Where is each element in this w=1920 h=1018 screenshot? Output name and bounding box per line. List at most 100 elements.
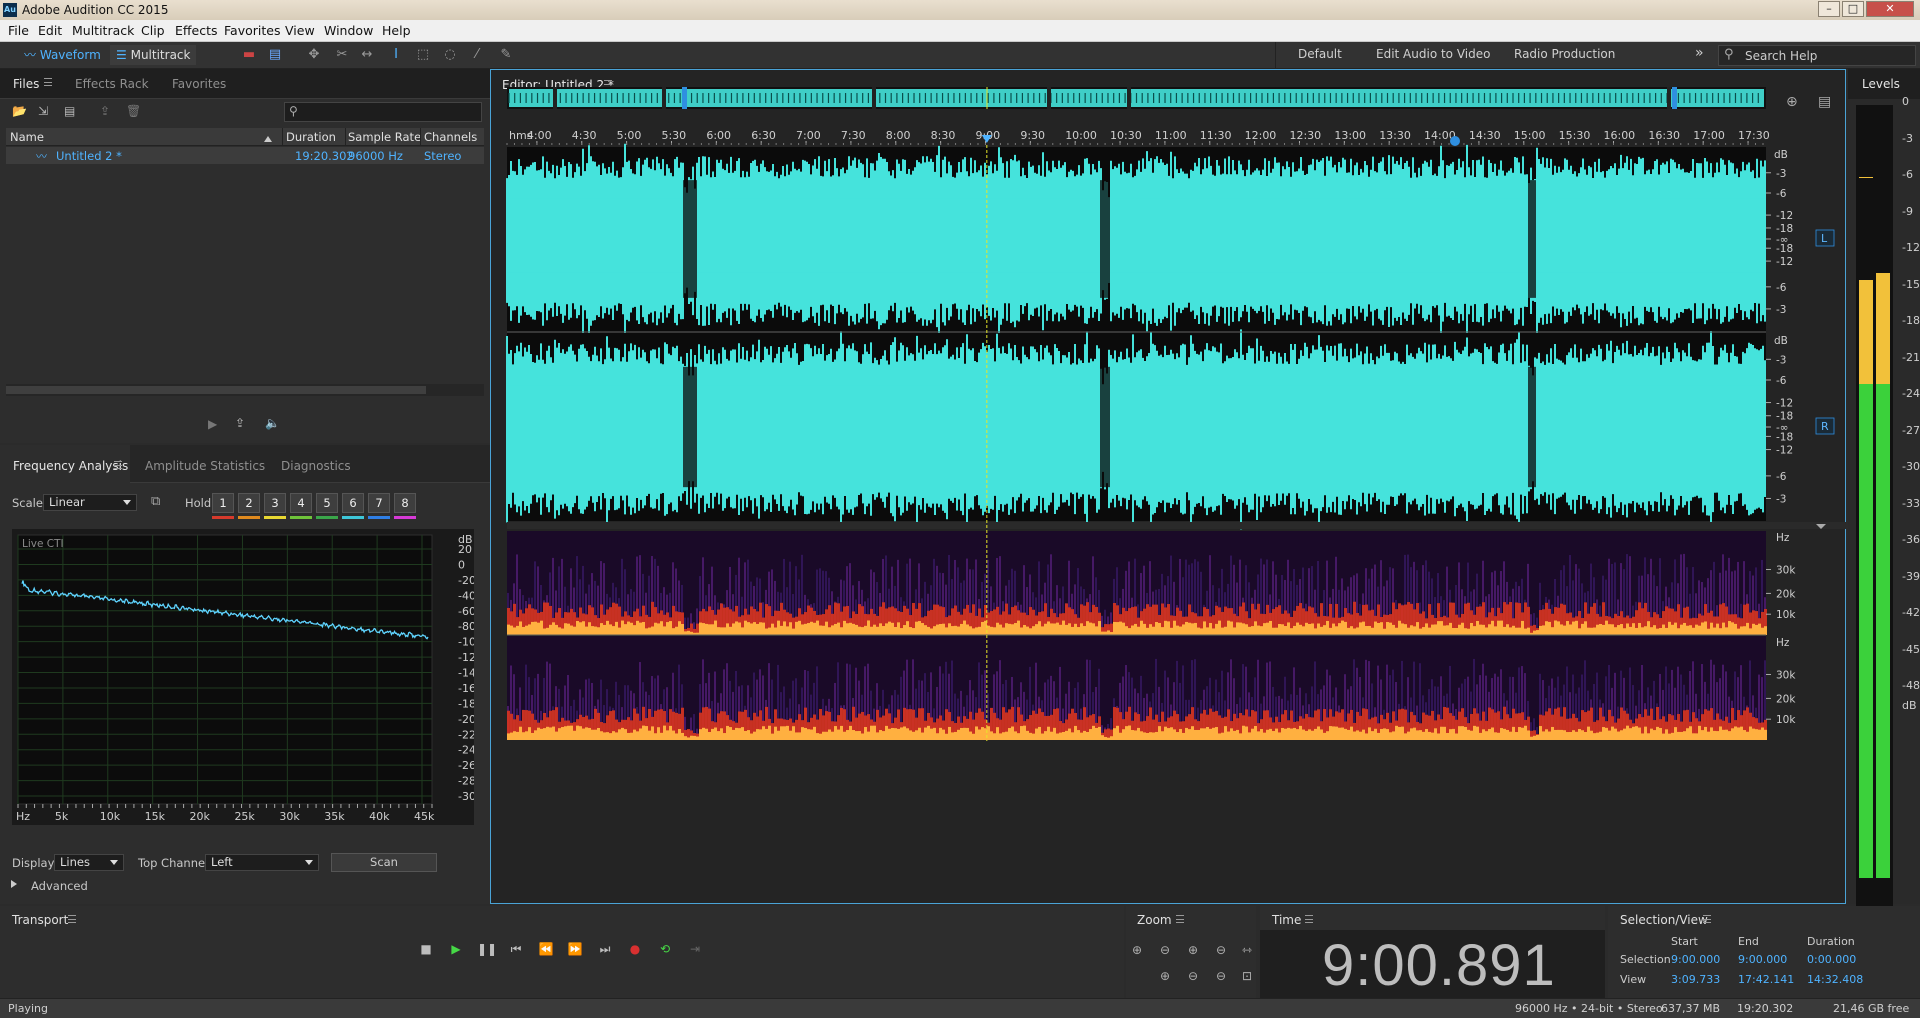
files-scrollbar[interactable] [6, 384, 484, 396]
move-tool-icon[interactable]: ✥ [305, 47, 323, 63]
overview-view-start[interactable] [682, 87, 687, 109]
zoom-in-time-icon[interactable]: ⊕ [1183, 943, 1203, 961]
menu-effects[interactable]: Effects [175, 23, 218, 38]
move-to-previous-icon[interactable]: ⏮ [507, 940, 525, 958]
column-duration[interactable]: Duration [286, 130, 336, 144]
zoom-to-selection-icon[interactable]: ⊖ [1211, 969, 1231, 987]
razor-tool-icon[interactable]: ✂ [333, 47, 351, 63]
selection-end[interactable]: 9:00.000 [1738, 953, 1787, 966]
hold-button-7[interactable]: 7 [368, 493, 390, 513]
zoom-out-amplitude-icon[interactable]: ⊖ [1155, 943, 1175, 961]
new-file-icon[interactable]: ▤ [64, 104, 75, 118]
spectral-pitch-icon[interactable]: ▤ [266, 47, 284, 63]
maximize-icon[interactable]: □ [1842, 1, 1864, 17]
record-icon[interactable]: ● [626, 940, 644, 958]
files-search-input[interactable]: ⚲ [284, 102, 482, 122]
tab-frequency-analysis[interactable]: Frequency Analysis [13, 459, 128, 473]
scale-select[interactable]: Linear [43, 494, 137, 511]
view-end[interactable]: 17:42.141 [1738, 973, 1794, 986]
fast-forward-icon[interactable]: ⏩ [566, 940, 584, 958]
spectral-splitter[interactable] [507, 522, 1846, 529]
spot-healing-icon[interactable]: ✎ [497, 47, 515, 63]
skip-selection-icon[interactable]: ⇥ [686, 940, 704, 958]
selection-duration[interactable]: 0:00.000 [1807, 953, 1856, 966]
zoom-out-full-icon[interactable]: ⇿ [1237, 943, 1257, 961]
zoom-navigator-icon[interactable]: ⊕ [1786, 94, 1798, 110]
rewind-icon[interactable]: ⏪ [537, 940, 555, 958]
column-sample-rate[interactable]: Sample Rate [348, 130, 421, 144]
open-file-icon[interactable]: 📂 [12, 104, 27, 118]
close-icon[interactable]: ✕ [1866, 1, 1914, 17]
workspace-default[interactable]: Default [1298, 47, 1342, 61]
slip-tool-icon[interactable]: ↔ [358, 47, 376, 63]
column-name[interactable]: Name [10, 130, 44, 144]
tab-amplitude-statistics[interactable]: Amplitude Statistics [145, 459, 265, 473]
time-menu-icon[interactable] [1305, 915, 1313, 923]
move-to-next-icon[interactable]: ⏭ [596, 940, 614, 958]
hold-button-4[interactable]: 4 [290, 493, 312, 513]
preview-volume-icon[interactable]: 🔈 [265, 416, 280, 430]
time-display[interactable]: 9:00.891 [1322, 932, 1556, 999]
table-row[interactable]: 〰 Untitled 2 * 19:20.302 96000 Hz Stereo [6, 147, 484, 164]
play-icon[interactable]: ▶ [447, 940, 465, 958]
view-duration[interactable]: 14:32.408 [1807, 973, 1863, 986]
zoom-menu-icon[interactable] [1176, 915, 1184, 923]
preview-play-icon[interactable]: ▶ [208, 417, 217, 431]
tab-files[interactable]: Files [13, 77, 39, 91]
loop-playback-icon[interactable]: ⟲ [656, 940, 674, 958]
time-selection-tool-icon[interactable]: I [387, 47, 405, 63]
scan-button[interactable]: Scan [331, 853, 437, 872]
stop-icon[interactable]: ■ [417, 940, 435, 958]
column-channels[interactable]: Channels [424, 130, 477, 144]
tab-diagnostics[interactable]: Diagnostics [281, 459, 351, 473]
view-start[interactable]: 3:09.733 [1671, 973, 1720, 986]
advanced-expand-icon[interactable] [11, 880, 21, 888]
workspace-radio-production[interactable]: Radio Production [1514, 47, 1615, 61]
insert-into-multitrack-icon[interactable]: ⇪ [100, 104, 110, 118]
selection-start[interactable]: 9:00.000 [1671, 953, 1720, 966]
menu-multitrack[interactable]: Multitrack [72, 23, 134, 38]
menu-help[interactable]: Help [382, 23, 411, 38]
preview-export-icon[interactable]: ⇪ [235, 416, 245, 430]
menu-file[interactable]: File [8, 23, 29, 38]
waveform-view-button[interactable]: 〰 Waveform [18, 45, 107, 65]
transport-menu-icon[interactable] [68, 915, 76, 923]
top-channel-select[interactable]: Left [205, 854, 319, 871]
overview-view-end[interactable] [1672, 87, 1677, 109]
menu-favorites[interactable]: Favorites [224, 23, 280, 38]
zoom-in-amplitude-icon[interactable]: ⊕ [1127, 943, 1147, 961]
spectral-frequency-icon[interactable]: ▬ [240, 47, 258, 63]
zoom-selection-icon[interactable]: ⊡ [1237, 969, 1257, 987]
menu-window[interactable]: Window [324, 23, 373, 38]
hold-button-8[interactable]: 8 [394, 493, 416, 513]
hold-button-3[interactable]: 3 [264, 493, 286, 513]
hold-button-6[interactable]: 6 [342, 493, 364, 513]
editor-canvas[interactable]: ⊕ ▤hms4:00 4:30 5:00 5:30 6:00 6:30 7:00 7:30 8:0… [490, 69, 1846, 904]
minimize-icon[interactable]: – [1818, 1, 1840, 17]
display-select[interactable]: Lines [54, 854, 124, 871]
lasso-tool-icon[interactable]: ◌ [441, 47, 459, 63]
zoom-in-point-icon[interactable]: ⊕ [1155, 969, 1175, 987]
menu-edit[interactable]: Edit [38, 23, 62, 38]
more-workspaces-icon[interactable]: » [1695, 45, 1704, 61]
files-panel-menu-icon[interactable] [44, 78, 52, 86]
ruler-zoom-icon[interactable] [1450, 136, 1460, 146]
menu-clip[interactable]: Clip [141, 23, 165, 38]
selection-view-menu-icon[interactable] [1703, 915, 1711, 923]
import-file-icon[interactable]: ⇲ [38, 104, 48, 118]
tab-favorites[interactable]: Favorites [172, 77, 226, 91]
workspace-edit-audio-to-video[interactable]: Edit Audio to Video [1376, 47, 1490, 61]
options-list-icon[interactable]: ▤ [1818, 94, 1831, 110]
menu-view[interactable]: View [285, 23, 315, 38]
hold-button-2[interactable]: 2 [238, 493, 260, 513]
multitrack-view-button[interactable]: ☰ Multitrack [110, 45, 197, 65]
delete-file-icon[interactable]: 🗑 [126, 104, 141, 118]
analysis-panel-menu-icon[interactable] [114, 461, 122, 469]
copy-graph-icon[interactable]: ⧉ [151, 494, 160, 509]
hold-button-5[interactable]: 5 [316, 493, 338, 513]
pause-icon[interactable]: ❚❚ [477, 940, 497, 958]
zoom-out-time-icon[interactable]: ⊖ [1211, 943, 1231, 961]
brush-tool-icon[interactable]: ⁄ [468, 47, 486, 63]
search-help-field[interactable]: ⚲ Search Help [1718, 45, 1916, 66]
hold-button-1[interactable]: 1 [212, 493, 234, 513]
